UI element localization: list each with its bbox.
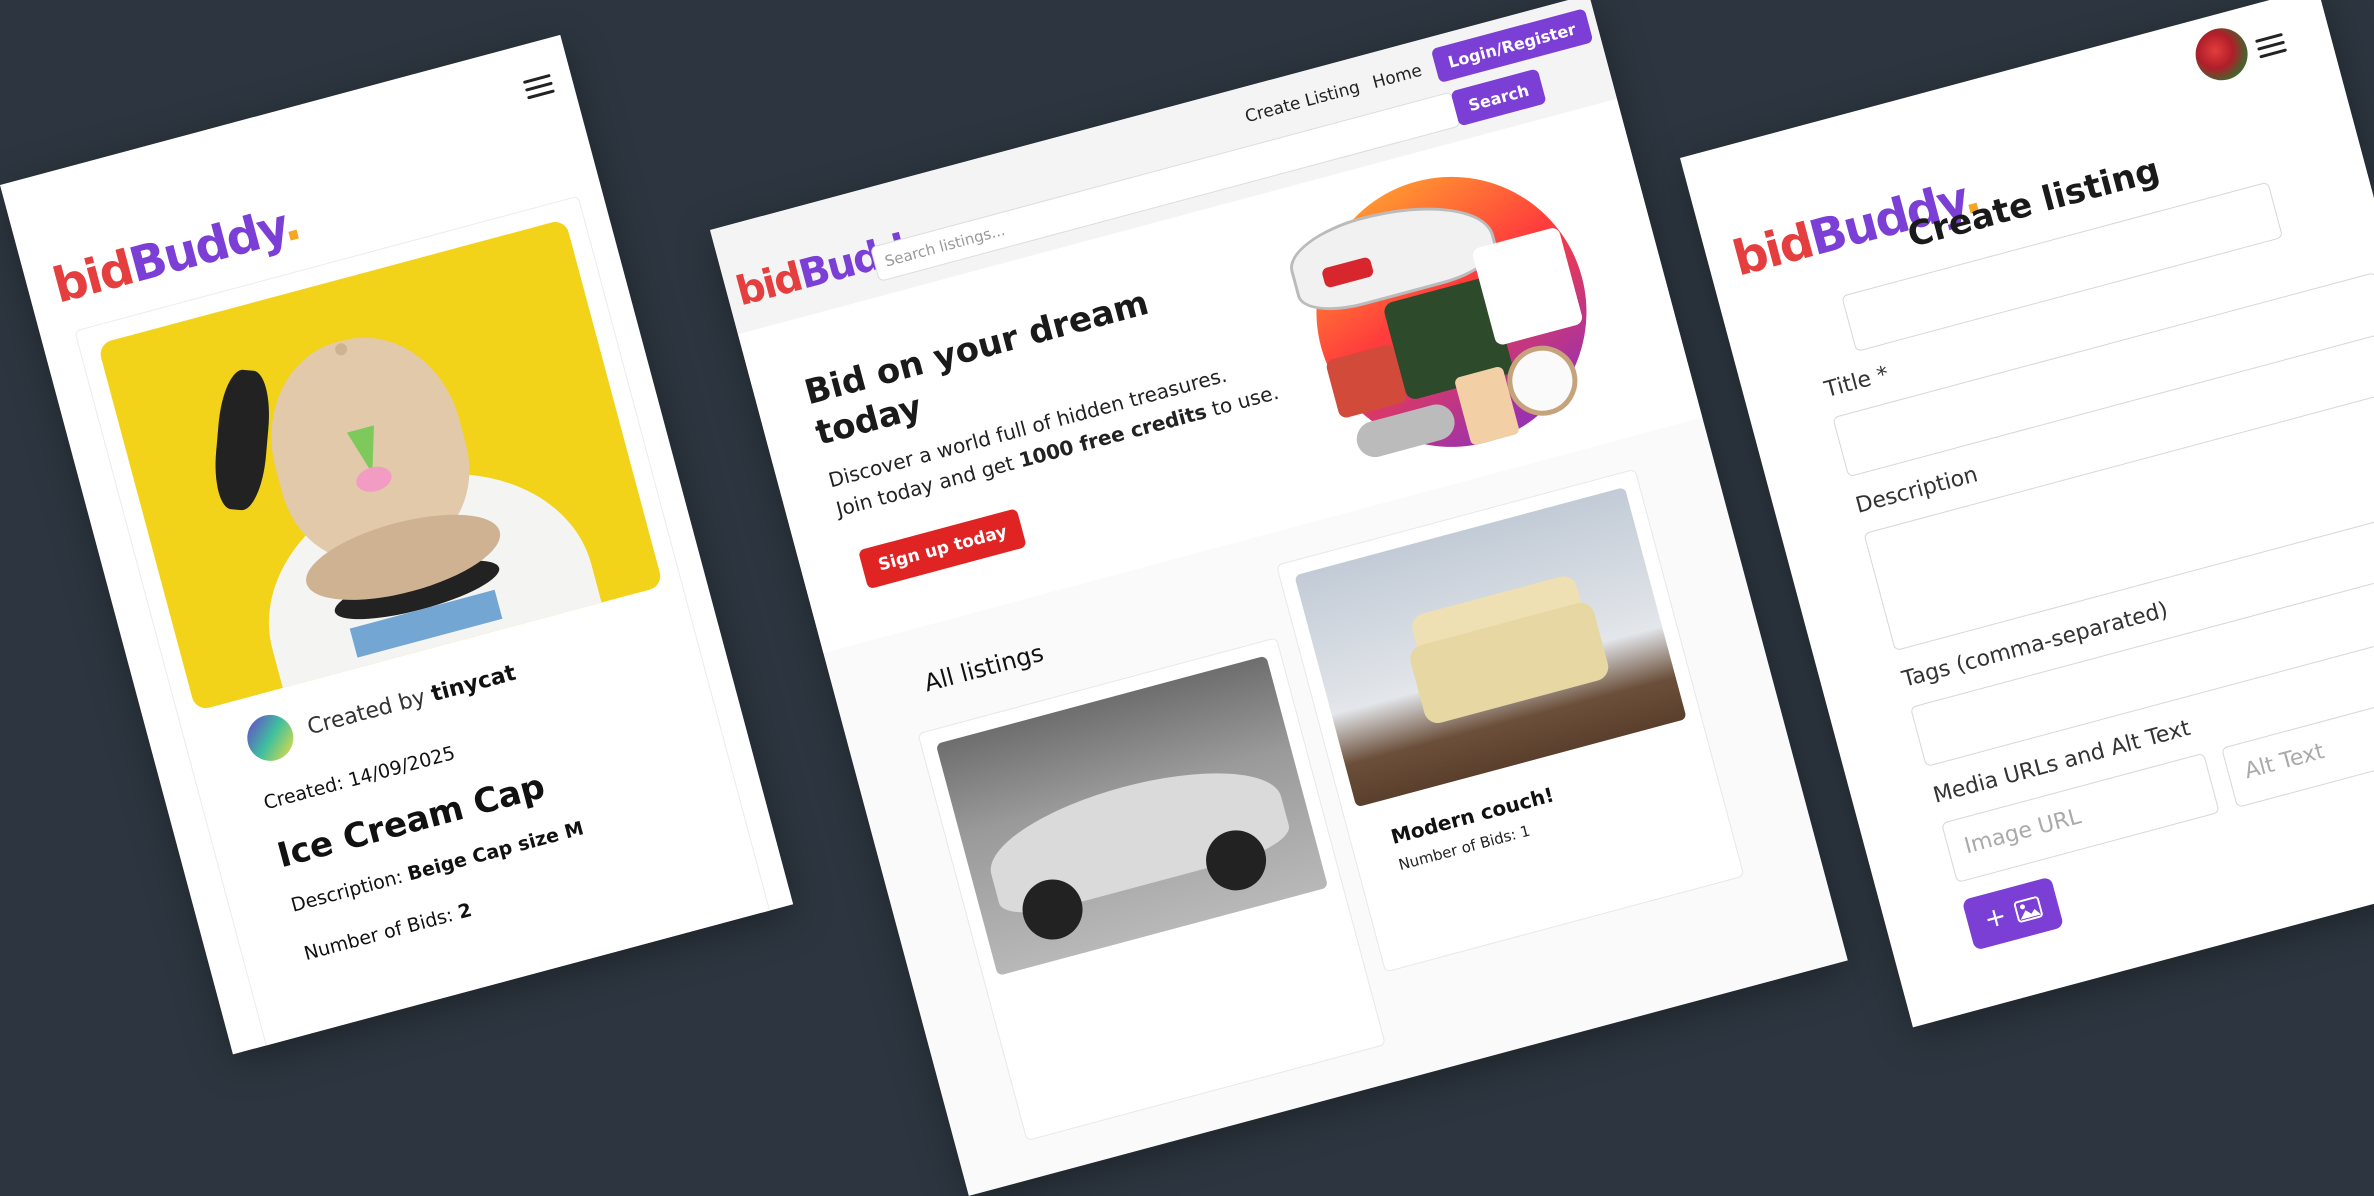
avatar[interactable]	[242, 709, 299, 767]
hero-collage-image	[1281, 146, 1617, 478]
alt-text-placeholder: Alt Text	[2241, 739, 2327, 785]
home-screen: Create Listing Home Login/Register bidBu…	[710, 0, 1848, 1196]
profile-avatar[interactable]	[2189, 22, 2254, 87]
plus-icon: +	[1981, 900, 2010, 936]
listing-card: Created by tinycat Created: 14/09/2025 I…	[74, 195, 787, 1055]
image-icon	[2013, 896, 2043, 923]
all-listings-heading: All listings	[921, 638, 1047, 698]
menu-icon[interactable]	[2254, 28, 2289, 63]
title-label: Title *	[1821, 361, 1892, 403]
listing-image	[1294, 487, 1687, 808]
bid-count: Number of Bids: 2	[301, 899, 475, 966]
nav-home[interactable]: Home	[1370, 60, 1424, 92]
add-media-button[interactable]: +	[1961, 876, 2065, 951]
item-detail-screen: bidBuddy. Created by tinycat Created: 14…	[0, 34, 794, 1055]
listing-image	[97, 218, 664, 712]
image-url-placeholder: Image URL	[1961, 804, 2084, 860]
sign-up-button[interactable]: Sign up today	[858, 508, 1028, 590]
menu-icon[interactable]	[522, 69, 557, 104]
creator-name[interactable]: tinycat	[428, 660, 518, 707]
created-by-label: Created by	[304, 684, 429, 740]
listing-image	[935, 655, 1329, 976]
login-register-button[interactable]: Login/Register	[1430, 8, 1594, 84]
search-button[interactable]: Search	[1450, 68, 1547, 127]
alt-text-input[interactable]: Alt Text	[2221, 677, 2374, 808]
